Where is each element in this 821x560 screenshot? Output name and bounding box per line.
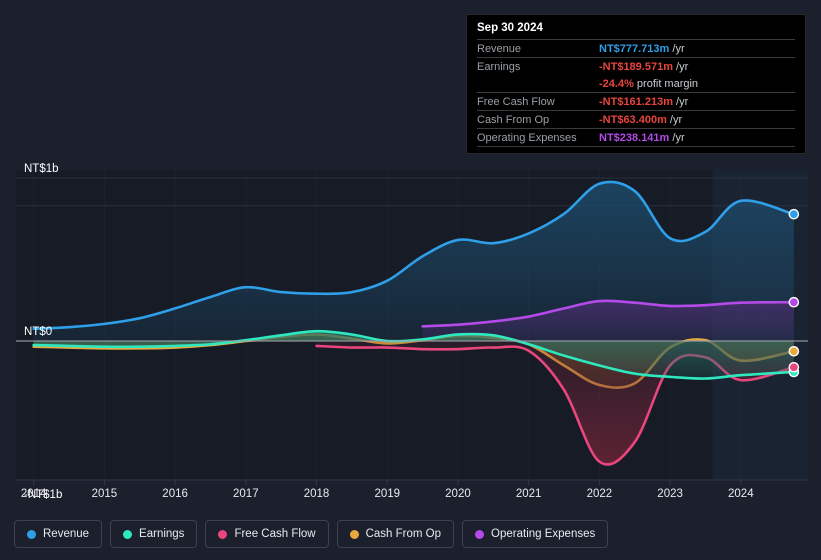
tooltip-unit: profit margin (633, 77, 699, 90)
data-tooltip: Sep 30 2024 Revenue NT$777.713m /yr Earnin… (466, 14, 806, 154)
legend-item-revenue[interactable]: Revenue (14, 520, 103, 548)
legend-color-dot (27, 529, 36, 539)
legend-label: Cash From Op (365, 528, 442, 540)
tooltip-row: Operating Expenses NT$238.141m /yr (477, 128, 795, 147)
tooltip-row-label: Operating Expenses (477, 131, 577, 144)
legend-color-dot (349, 529, 359, 539)
x-axis-tick-label: 2023 (657, 488, 683, 500)
tooltip-row-value: NT$238.141m /yr (599, 129, 795, 147)
legend-item-operating-expenses[interactable]: Operating Expenses (462, 520, 609, 548)
tooltip-row-label: Free Cash Flow (477, 95, 555, 108)
x-axis-tick-label: 2021 (516, 488, 542, 500)
x-axis-tick-label: 2022 (587, 488, 613, 500)
tooltip-row: Cash From Op -NT$63.400m /yr (477, 110, 795, 129)
legend-color-dot (475, 529, 485, 539)
tooltip-row: -24.4% profit margin (477, 75, 795, 93)
legend-item-earnings[interactable]: Earnings (110, 520, 198, 548)
legend-label: Earnings (139, 528, 185, 540)
tooltip-unit: /yr (669, 42, 685, 55)
series-endpoint-marker (788, 208, 800, 220)
tooltip-row-value: -NT$161.213m /yr (599, 93, 795, 111)
legend-label: Operating Expenses (491, 528, 596, 540)
chart-page: NT$1b NT$0 -NT$1b 2014 2015 2016 2017 2018 2019 2… (0, 0, 821, 560)
legend-color-dot (123, 529, 133, 539)
series-endpoint-marker (788, 361, 800, 373)
legend-item-free-cash-flow[interactable]: Free Cash Flow (205, 520, 329, 548)
tooltip-amount: -NT$189.571m (599, 60, 673, 73)
tooltip-row-value: -NT$63.400m /yr (599, 111, 795, 129)
legend-color-dot (218, 529, 228, 539)
x-axis-tick-label: 2018 (304, 488, 330, 500)
tooltip-unit: /yr (673, 60, 689, 73)
tooltip-date: Sep 30 2024 (477, 22, 543, 34)
tooltip-amount: NT$238.141m (599, 131, 670, 144)
tooltip-amount: -24.4% (599, 77, 634, 90)
tooltip-row-value: -NT$189.571m /yr (599, 58, 795, 76)
x-axis-tick-label: 2024 (728, 488, 754, 500)
tooltip-amount: -NT$63.400m (599, 113, 667, 126)
tooltip-unit: /yr (673, 95, 689, 108)
tooltip-row: Free Cash Flow -NT$161.213m /yr (477, 92, 795, 111)
x-axis-tick-label: 2020 (445, 488, 471, 500)
x-axis-tick-label: 2019 (374, 488, 400, 500)
tooltip-row-label: Earnings (477, 60, 521, 73)
tooltip-unit: /yr (669, 131, 685, 144)
x-axis-tick-label: 2014 (21, 488, 47, 500)
tooltip-row: Earnings -NT$189.571m /yr (477, 57, 795, 76)
y-axis-tick-label: NT$1b (24, 163, 59, 175)
tooltip-row-label (477, 75, 599, 93)
legend-label: Free Cash Flow (234, 528, 316, 540)
tooltip-row-label: Cash From Op (477, 113, 550, 126)
series-endpoint-marker (788, 296, 800, 308)
x-axis-tick-label: 2017 (233, 488, 259, 500)
series-endpoint-marker (788, 345, 800, 357)
tooltip-amount: NT$777.713m (599, 42, 670, 55)
tooltip-amount: -NT$161.213m (599, 95, 673, 108)
tooltip-unit: /yr (666, 113, 683, 126)
x-axis-tick-label: 2016 (162, 488, 188, 500)
chart-legend: Revenue Earnings Free Cash Flow Cash From O… (0, 508, 821, 560)
tooltip-row-value: -24.4% profit margin (599, 75, 795, 93)
tooltip-row-value: NT$777.713m /yr (599, 40, 795, 58)
x-axis-tick-label: 2015 (92, 488, 118, 500)
y-axis-tick-label: NT$0 (24, 326, 52, 338)
tooltip-table: Revenue NT$777.713m /yr Earnings -NT$189.57… (477, 39, 795, 147)
legend-label: Revenue (43, 528, 90, 540)
tooltip-row-label: Revenue (477, 42, 522, 55)
legend-item-cash-from-op[interactable]: Cash From Op (336, 520, 455, 548)
tooltip-row: Revenue NT$777.713m /yr (477, 39, 795, 58)
